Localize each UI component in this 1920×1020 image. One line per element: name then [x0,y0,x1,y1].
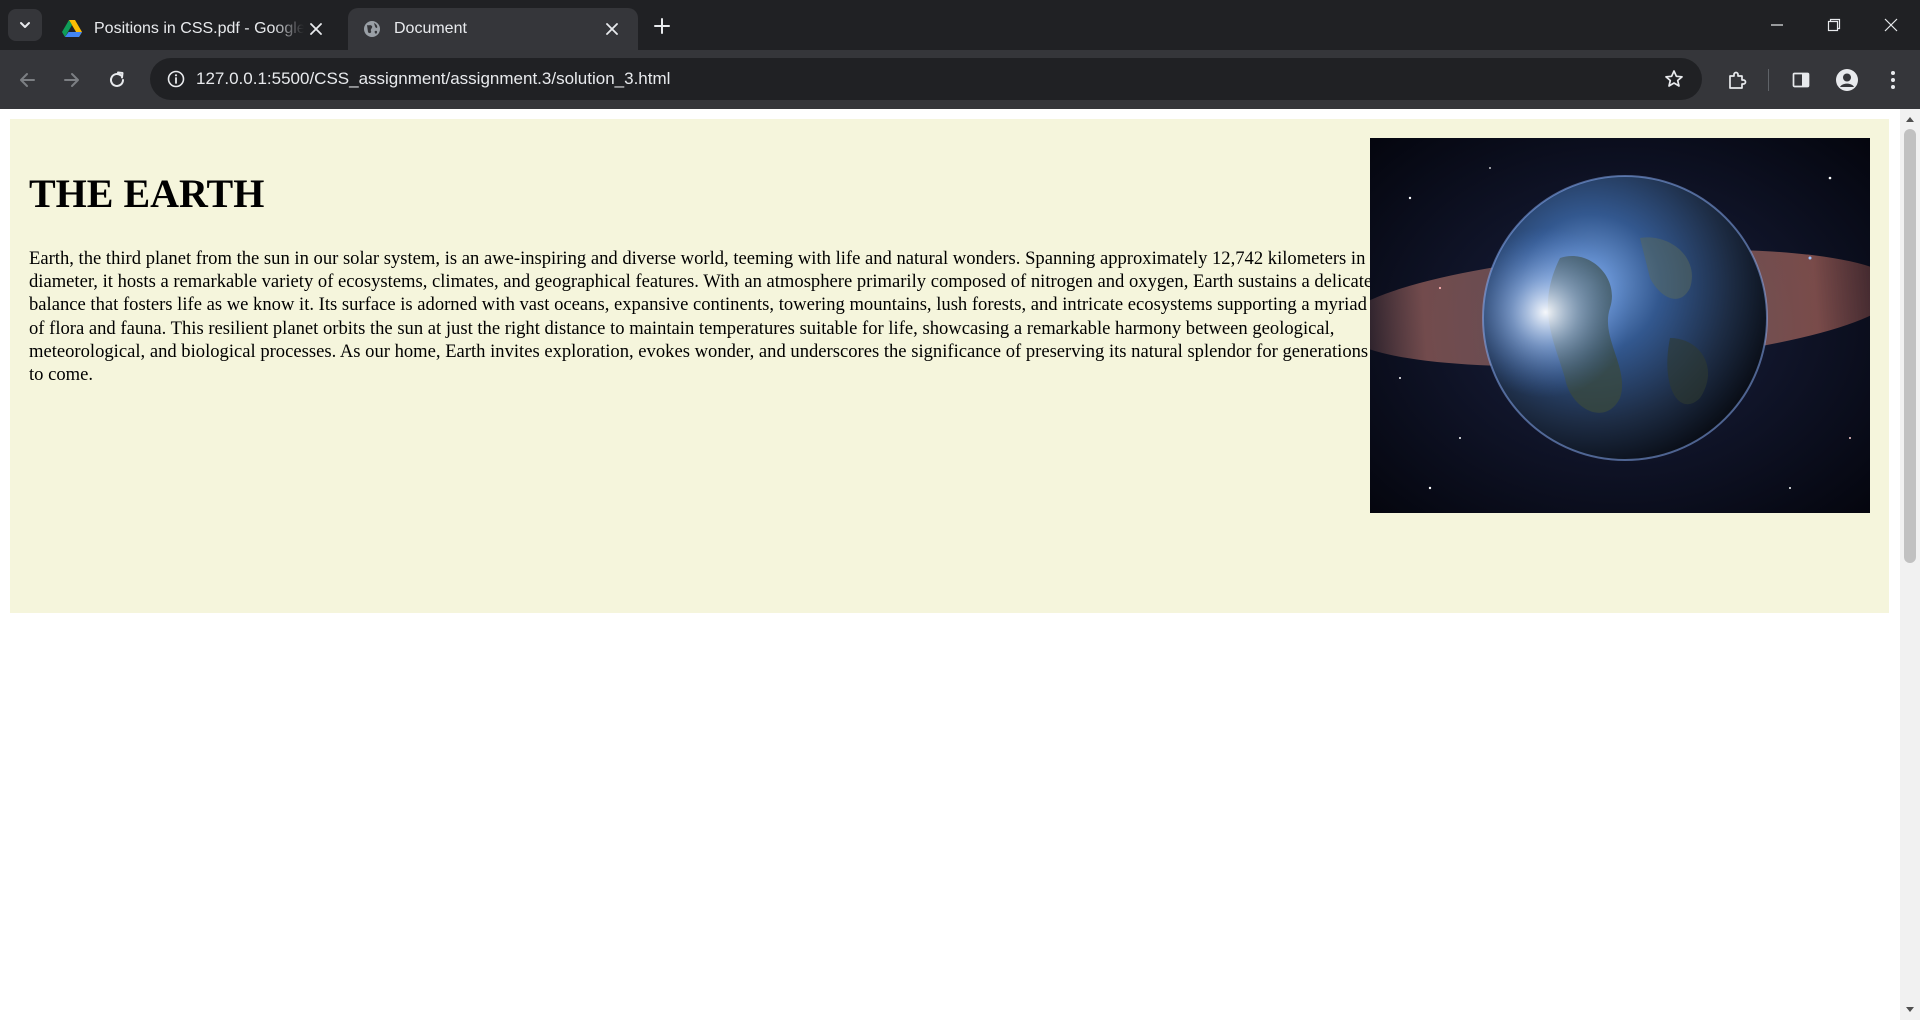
reload-icon [110,71,124,87]
star-icon [1665,70,1683,87]
tab-search-button[interactable] [8,9,42,41]
arrow-right-icon [64,73,79,87]
browser-toolbar: 127.0.0.1:5500/CSS_assignment/assignment… [0,50,1920,109]
forward-button[interactable] [55,63,89,97]
tab-document[interactable]: Document [348,8,638,50]
scroll-down-icon[interactable] [1905,1005,1915,1015]
vertical-scrollbar[interactable] [1900,109,1920,1020]
back-button[interactable] [10,63,44,97]
minimize-icon [1771,24,1783,26]
scroll-up-icon[interactable] [1905,114,1915,124]
plus-icon [654,18,670,34]
new-tab-button[interactable] [648,12,676,40]
site-info-button[interactable] [160,63,192,95]
puzzle-icon [1729,71,1747,89]
tab-title: Document [394,20,467,37]
chevron-down-icon [20,22,30,28]
side-panel-button[interactable] [1784,63,1818,97]
earth-description: Earth, the third planet from the sun in … [29,248,1373,386]
tab-strip: Positions in CSS.pdf - Google Drive Docu… [0,0,1920,50]
page-title: THE EARTH [29,171,265,216]
tab-google-drive[interactable]: Positions in CSS.pdf - Google Drive [48,8,342,50]
close-icon [1884,18,1898,32]
restore-icon [1827,18,1841,32]
scrollbar-thumb[interactable] [1904,129,1916,563]
close-tab-icon[interactable] [600,17,624,41]
reload-button[interactable] [100,63,134,97]
close-tab-icon[interactable] [304,17,328,41]
more-vertical-icon [1891,71,1895,89]
avatar-icon [1836,69,1858,91]
profile-button[interactable] [1830,63,1864,97]
address-bar[interactable]: 127.0.0.1:5500/CSS_assignment/assignment… [150,58,1702,100]
side-panel-icon [1792,72,1810,88]
extensions-button[interactable] [1720,63,1754,97]
arrow-left-icon [20,73,35,87]
minimize-button[interactable] [1748,0,1806,50]
globe-icon [362,19,382,39]
bookmark-button[interactable] [1658,63,1690,95]
restore-button[interactable] [1805,0,1863,50]
menu-button[interactable] [1876,63,1910,97]
google-drive-icon [62,19,82,39]
tab-title: Positions in CSS.pdf - Google Drive [94,20,304,37]
info-icon [167,70,185,88]
close-window-button[interactable] [1862,0,1920,50]
earth-in-space-image [1370,138,1870,513]
url-text[interactable]: 127.0.0.1:5500/CSS_assignment/assignment… [196,58,670,100]
content-container: THE EARTH Earth, the third planet from t… [10,119,1889,613]
page-viewport: THE EARTH Earth, the third planet from t… [0,109,1900,1020]
toolbar-divider [1768,69,1769,91]
